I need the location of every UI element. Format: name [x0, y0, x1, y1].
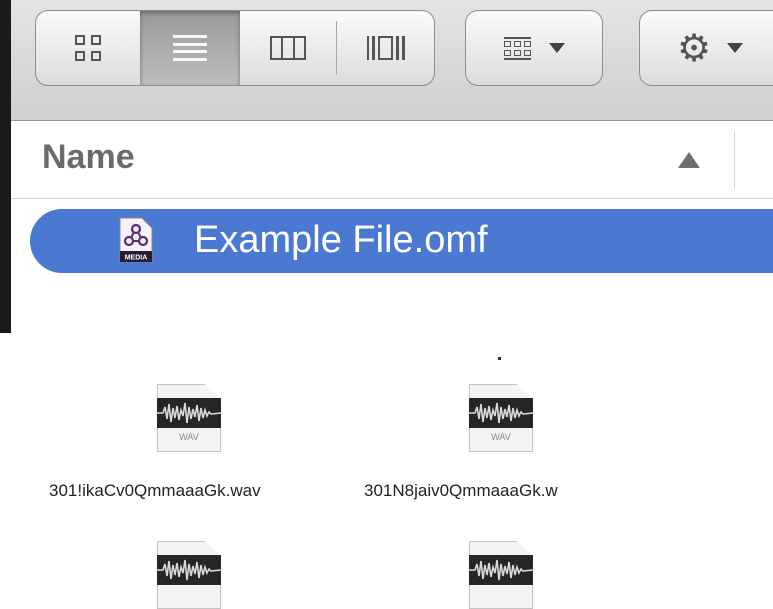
- window-edge: [0, 0, 11, 333]
- file-name[interactable]: Example File.omf: [194, 219, 488, 262]
- sort-ascending-icon[interactable]: [678, 152, 700, 168]
- waveform-icon: [469, 402, 533, 424]
- chevron-down-icon: [548, 43, 565, 53]
- list-header[interactable]: Name: [11, 121, 773, 199]
- chevron-down-icon: [727, 43, 744, 53]
- wav-file-icon[interactable]: [157, 541, 221, 609]
- column-separator[interactable]: [734, 131, 735, 189]
- waveform-icon: [157, 559, 221, 581]
- waveform-icon: [157, 402, 221, 424]
- cover-flow-button[interactable]: [337, 11, 434, 85]
- icon-view-icon: [75, 35, 101, 61]
- omf-media-icon: MEDIA: [119, 217, 153, 263]
- action-button[interactable]: ⚙: [639, 10, 773, 86]
- icon-view-button[interactable]: [36, 11, 140, 85]
- file-type-label: WAV: [179, 432, 199, 442]
- arrange-button[interactable]: [465, 10, 603, 86]
- toolbar: ⚙: [11, 0, 773, 121]
- svg-text:MEDIA: MEDIA: [125, 255, 148, 262]
- stray-dot: [498, 357, 501, 360]
- waveform-icon: [469, 559, 533, 581]
- column-view-icon: [270, 36, 306, 60]
- wav-file-name[interactable]: 301N8jaiv0QmmaaaGk.w: [364, 481, 558, 501]
- wav-file-icon[interactable]: WAV: [469, 384, 533, 452]
- name-column-header[interactable]: Name: [42, 138, 135, 177]
- cover-flow-icon: [366, 36, 405, 60]
- list-view-button[interactable]: [140, 11, 240, 85]
- arrange-grid-icon: [503, 36, 531, 60]
- wav-file-icon[interactable]: [469, 541, 533, 609]
- file-type-label: WAV: [491, 432, 511, 442]
- selected-file-row[interactable]: MEDIA Example File.omf: [30, 209, 773, 273]
- wav-file-icon[interactable]: WAV: [157, 384, 221, 452]
- gear-icon: ⚙: [676, 26, 712, 70]
- wav-file-name[interactable]: 301!ikaCv0QmmaaaGk.wav: [49, 481, 261, 501]
- list-view-icon: [173, 35, 207, 61]
- view-mode-segmented-control: [35, 10, 435, 86]
- finder-window: ⚙ Name MEDIA Example File.omf: [0, 0, 773, 333]
- column-view-button[interactable]: [240, 11, 336, 85]
